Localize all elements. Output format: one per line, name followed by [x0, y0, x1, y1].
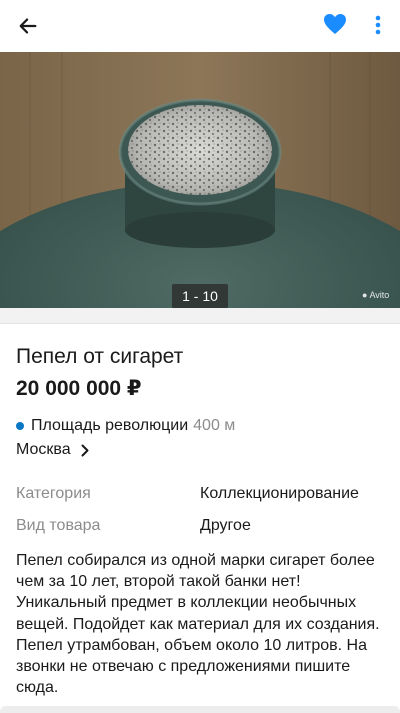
param-value-category: Коллекционирование [200, 485, 359, 502]
watermark-text: Avito [369, 290, 390, 300]
listing-description: Пепел собирался из одной марки сигарет б… [16, 552, 380, 697]
listing-price: 20 000 000 ₽ [16, 377, 142, 400]
photo-gallery[interactable]: ● Avito [0, 52, 400, 308]
param-label-item-type: Вид товара [16, 517, 101, 534]
more-vertical-icon [375, 15, 381, 35]
metro-line-icon [16, 422, 24, 430]
photo-counter: 1 - 10 [172, 284, 228, 308]
back-button[interactable] [12, 10, 44, 42]
bottom-sheet-edge [0, 706, 400, 713]
avito-watermark: ● Avito [362, 290, 389, 300]
city-name: Москва [16, 441, 71, 458]
param-value-item-type: Другое [200, 517, 251, 534]
top-bar [0, 0, 400, 52]
param-label-category: Категория [16, 485, 91, 502]
metro-station: Площадь революции 400 м [16, 417, 235, 435]
metro-distance: 400 м [193, 417, 236, 434]
avito-logo-icon: ● [362, 290, 368, 300]
favorite-button[interactable] [320, 9, 350, 39]
more-options-button[interactable] [366, 10, 390, 40]
arrow-left-icon [19, 18, 37, 34]
city-link[interactable]: Москва [16, 441, 89, 459]
listing-title: Пепел от сигарет [16, 345, 184, 368]
section-divider [0, 308, 400, 324]
metro-station-name: Площадь революции [31, 417, 189, 434]
heart-icon [324, 14, 346, 34]
listing-photo [0, 52, 400, 308]
chevron-right-icon [81, 444, 89, 457]
